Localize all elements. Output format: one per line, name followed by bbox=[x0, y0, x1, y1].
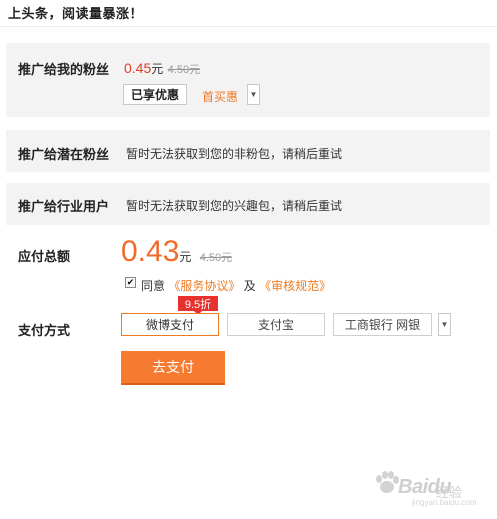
and-text: 及 bbox=[243, 279, 256, 293]
agree-text: 同意 bbox=[141, 279, 166, 293]
discount-dropdown[interactable]: ▼ bbox=[247, 84, 260, 105]
header-divider bbox=[0, 26, 497, 27]
total-price-row: 0.43元 4.50元 bbox=[121, 235, 232, 275]
fans-original-price: 4.50元 bbox=[167, 64, 201, 76]
chevron-down-icon: ▼ bbox=[249, 90, 258, 99]
fans-price-row: 0.45元 4.50元 bbox=[124, 60, 200, 78]
discount-applied-tag[interactable]: 已享优惠 bbox=[123, 84, 187, 105]
pay-option-icbc[interactable]: 工商银行 网银 bbox=[333, 313, 432, 336]
total-price-unit: 元 bbox=[179, 250, 192, 264]
fans-label: 推广给我的粉丝 bbox=[18, 62, 110, 77]
fans-panel bbox=[6, 43, 490, 117]
total-price: 0.43 bbox=[121, 235, 180, 268]
industry-users-note: 暂时无法获取到您的兴趣包，请稍后重试 bbox=[126, 199, 343, 213]
watermark-url: jingyan.baidu.com bbox=[412, 498, 477, 507]
submit-payment-button[interactable]: 去支付 bbox=[121, 351, 225, 385]
payment-label: 支付方式 bbox=[18, 323, 71, 338]
discount-badge: 9.5折 bbox=[178, 296, 218, 315]
review-rules-link[interactable]: 《审核规范》 bbox=[259, 279, 331, 293]
total-original-price: 4.50元 bbox=[199, 252, 233, 264]
service-agreement-link[interactable]: 《服务协议》 bbox=[168, 279, 240, 293]
first-buy-tag[interactable]: 首买惠 bbox=[202, 88, 238, 105]
potential-fans-note: 暂时无法获取到您的非粉包，请稍后重试 bbox=[126, 147, 343, 161]
potential-fans-label: 推广给潜在粉丝 bbox=[18, 147, 110, 162]
pay-option-alipay[interactable]: 支付宝 bbox=[227, 313, 325, 336]
agree-checkbox[interactable]: ✔ bbox=[125, 277, 136, 288]
chevron-down-icon: ▼ bbox=[440, 320, 449, 329]
check-icon: ✔ bbox=[126, 277, 135, 287]
agreement-row: 同意 《服务协议》 及 《审核规范》 bbox=[141, 277, 331, 294]
page-title: 上头条，阅读量暴涨！ bbox=[8, 6, 144, 21]
more-payment-dropdown[interactable]: ▼ bbox=[438, 313, 451, 336]
pay-option-weibo[interactable]: 微博支付 bbox=[121, 313, 219, 336]
total-label: 应付总额 bbox=[18, 249, 71, 264]
paw-icon bbox=[376, 471, 399, 493]
industry-users-label: 推广给行业用户 bbox=[18, 199, 110, 214]
fans-price: 0.45 bbox=[124, 60, 152, 76]
fans-price-unit: 元 bbox=[151, 62, 164, 76]
